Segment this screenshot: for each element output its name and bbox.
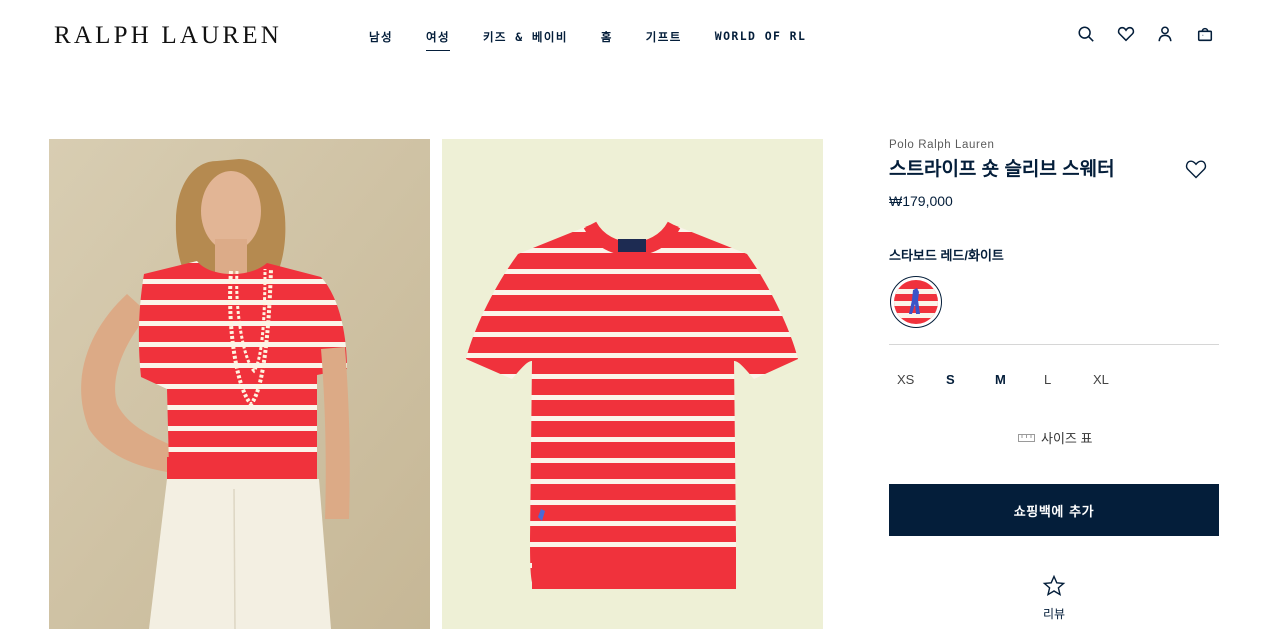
size-l[interactable]: L — [1036, 372, 1085, 387]
product-image-model[interactable] — [49, 139, 430, 629]
nav-world-of-rl[interactable]: WORLD OF RL — [715, 29, 807, 51]
nav-gifts[interactable]: 기프트 — [646, 29, 682, 51]
product-brand[interactable]: Polo Ralph Lauren — [889, 139, 994, 151]
size-m[interactable]: M — [987, 372, 1036, 387]
size-xs[interactable]: XS — [889, 372, 938, 387]
account-icon[interactable] — [1155, 24, 1175, 44]
size-xl[interactable]: XL — [1085, 372, 1134, 387]
reviews-link[interactable]: 리뷰 — [1034, 574, 1074, 622]
product-price: ₩179,000 — [889, 193, 953, 209]
flat-sweater-illustration — [442, 139, 823, 629]
product-title: 스트라이프 숏 슬리브 스웨터 — [889, 159, 1115, 180]
size-chart-link[interactable]: 사이즈 표 — [1018, 428, 1092, 447]
color-swatch-red-white[interactable] — [890, 276, 942, 328]
model-illustration — [49, 139, 430, 629]
swatch-pattern — [894, 280, 938, 324]
size-s[interactable]: S — [938, 372, 987, 387]
selected-color-name: 스타보드 레드/화이트 — [889, 248, 1004, 263]
site-header: RALPH LAUREN 남성 여성 키즈 & 베이비 홈 기프트 WORLD … — [0, 0, 1267, 72]
size-selector: XS S M L XL — [889, 372, 1134, 387]
nav-men[interactable]: 남성 — [369, 29, 393, 51]
nav-home[interactable]: 홈 — [601, 29, 613, 51]
size-chart-label: 사이즈 표 — [1041, 431, 1093, 446]
nav-women[interactable]: 여성 — [425, 29, 450, 51]
add-to-bag-button[interactable]: 쇼핑백에 추가 — [889, 484, 1219, 536]
product-image-flat[interactable] — [442, 139, 823, 629]
main-nav: 남성 여성 키즈 & 베이비 홈 기프트 WORLD OF RL — [369, 29, 839, 51]
heart-icon[interactable] — [1116, 24, 1136, 44]
ruler-icon — [1018, 433, 1035, 442]
star-icon — [1042, 574, 1066, 597]
ralph-lauren-logo[interactable]: RALPH LAUREN — [54, 22, 282, 50]
search-icon[interactable] — [1076, 24, 1096, 44]
reviews-label: 리뷰 — [1042, 607, 1066, 621]
add-to-wishlist-heart-icon[interactable] — [1184, 157, 1208, 181]
nav-kids-baby[interactable]: 키즈 & 베이비 — [483, 29, 568, 51]
bag-icon[interactable] — [1195, 24, 1215, 44]
divider — [889, 344, 1219, 345]
